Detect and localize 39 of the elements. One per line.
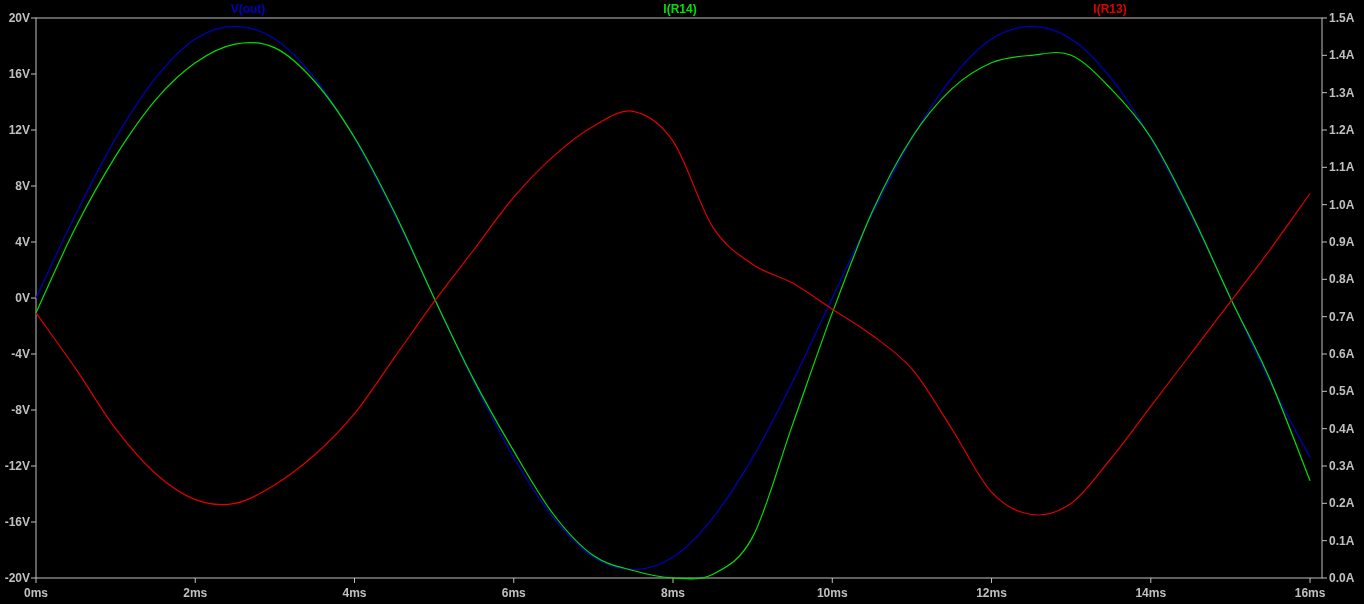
y-axis-label: 0.1A bbox=[1329, 533, 1355, 548]
y-axis-label: 0V bbox=[15, 291, 30, 305]
x-axis-label: 14ms bbox=[1135, 586, 1167, 600]
y-axis-label: 0.6A bbox=[1329, 347, 1355, 361]
y-axis-label: 1.1A bbox=[1329, 160, 1355, 175]
x-axis-label: 8ms bbox=[661, 586, 686, 600]
x-axis-label: 16ms bbox=[1294, 586, 1326, 600]
y-axis-label: -12V bbox=[4, 459, 30, 473]
y-axis-label: 0.2A bbox=[1329, 496, 1355, 511]
y-axis-label: -20V bbox=[4, 571, 30, 585]
y-axis-label: 1.0A bbox=[1329, 197, 1355, 212]
y-axis-label: 0.0A bbox=[1329, 571, 1355, 585]
y-axis-label: 0.8A bbox=[1329, 272, 1355, 287]
x-axis-label: 12ms bbox=[976, 586, 1007, 600]
y-axis-label: 1.5A bbox=[1329, 11, 1355, 25]
y-axis-label: 20V bbox=[8, 11, 30, 25]
y-axis-label: 4V bbox=[15, 235, 30, 249]
legend-label: I(R13) bbox=[1093, 2, 1127, 16]
y-axis-label: 0.5A bbox=[1329, 384, 1355, 399]
y-axis-label: 0.4A bbox=[1329, 421, 1355, 436]
x-axis-label: 10ms bbox=[816, 586, 848, 600]
y-axis-label: -16V bbox=[4, 515, 30, 529]
y-axis-label: 1.3A bbox=[1329, 85, 1355, 100]
x-axis-label: 2ms bbox=[183, 586, 208, 600]
y-axis-label: 16V bbox=[8, 67, 30, 81]
legend-label: I(R14) bbox=[663, 2, 697, 16]
y-axis-label: 0.3A bbox=[1329, 459, 1355, 473]
y-axis-label: 0.7A bbox=[1329, 309, 1355, 324]
y-axis-label: -4V bbox=[11, 347, 30, 361]
legend-label: V(out) bbox=[230, 2, 266, 16]
x-axis-label: 6ms bbox=[501, 586, 526, 600]
y-axis-label: 8V bbox=[15, 179, 30, 193]
x-axis-label: 4ms bbox=[342, 586, 367, 600]
y-axis-label: 1.2A bbox=[1329, 123, 1355, 137]
x-axis-label: 0ms bbox=[24, 586, 48, 600]
y-axis-label: 0.9A bbox=[1329, 235, 1355, 249]
y-axis-label: 12V bbox=[8, 123, 30, 137]
y-axis-label: -8V bbox=[11, 403, 30, 417]
y-axis-label: 1.4A bbox=[1329, 48, 1355, 63]
